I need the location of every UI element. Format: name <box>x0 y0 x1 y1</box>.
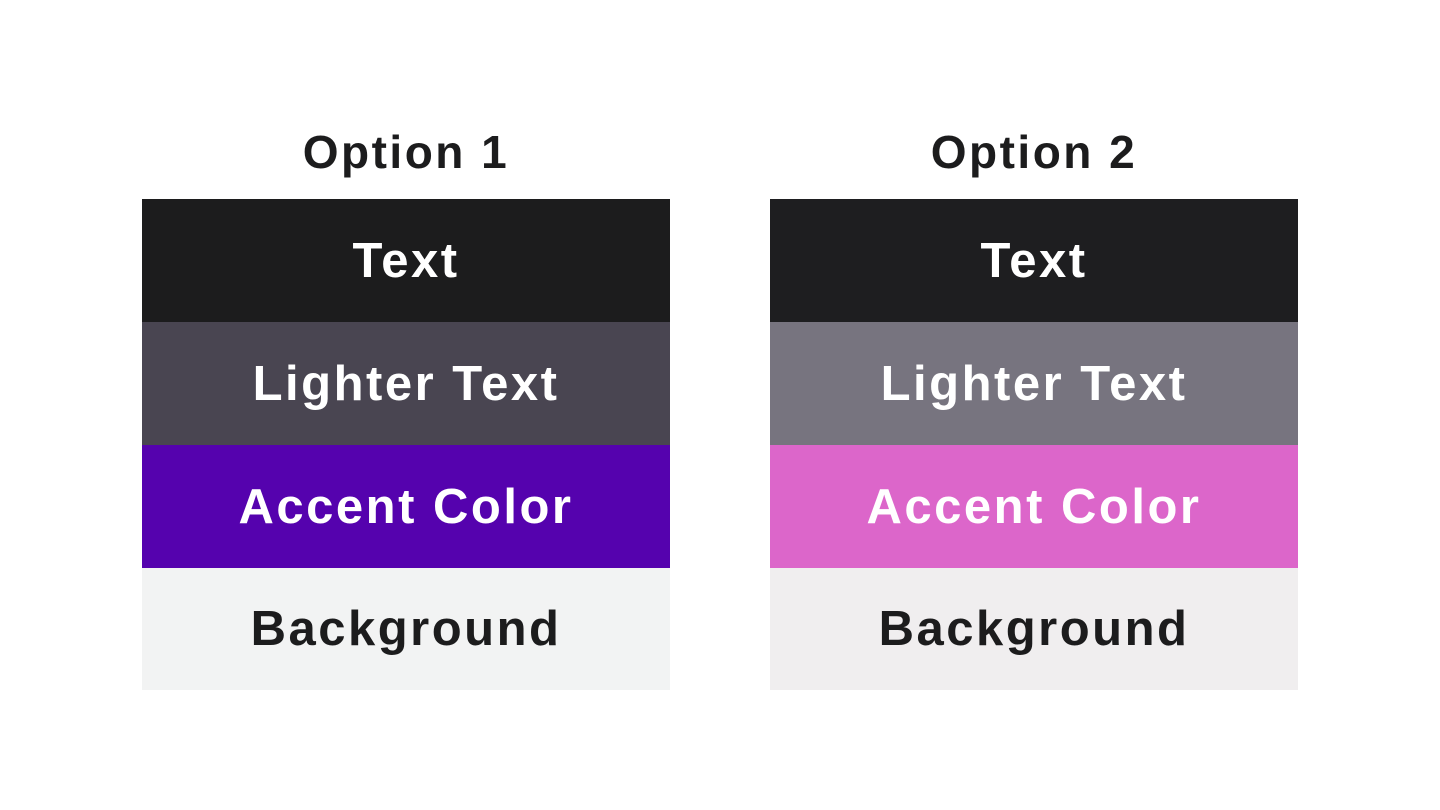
option-2-title: Option 2 <box>930 126 1138 178</box>
option-2-lighter-text-swatch: Lighter Text <box>770 322 1298 445</box>
option-1-accent-color-swatch: Accent Color <box>142 445 670 568</box>
option-2-accent-color-swatch: Accent Color <box>770 445 1298 568</box>
option-1-background-swatch: Background <box>142 568 670 690</box>
option-2-text-swatch: Text <box>770 199 1298 322</box>
option-1-lighter-text-swatch: Lighter Text <box>142 322 670 445</box>
option-1-text-swatch: Text <box>142 199 670 322</box>
option-1-title: Option 1 <box>302 126 510 178</box>
option-2-background-swatch: Background <box>770 568 1298 690</box>
option-1-palette: Option 1 Text Lighter Text Accent Color … <box>142 118 670 690</box>
option-2-palette: Option 2 Text Lighter Text Accent Color … <box>770 118 1298 690</box>
